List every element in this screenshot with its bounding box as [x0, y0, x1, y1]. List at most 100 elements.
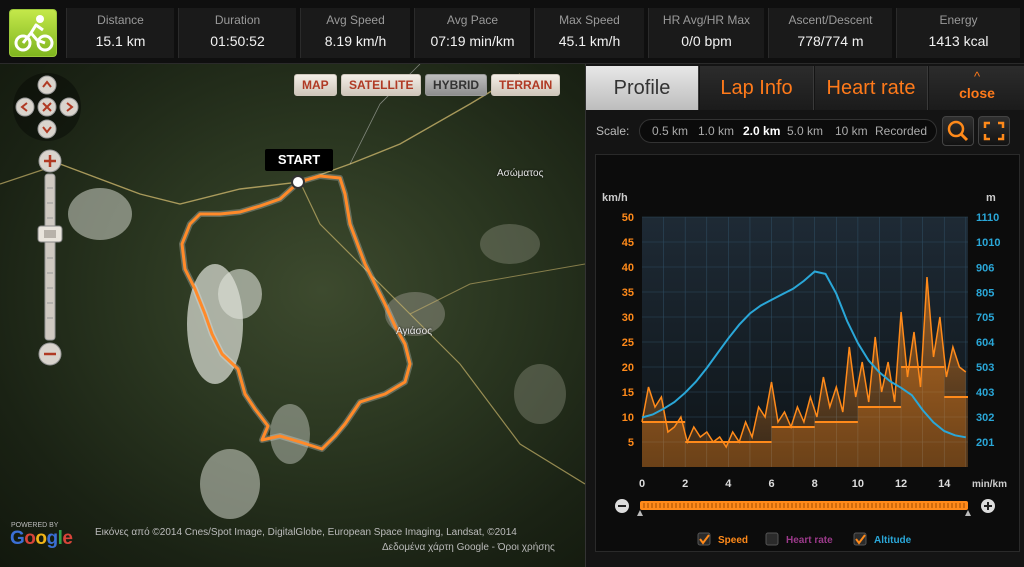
stat-energy: Energy 1413 kcal	[896, 8, 1020, 58]
stat-value: 778/774 m	[797, 33, 864, 49]
scale-selector[interactable]: 0.5 km 1.0 km 2.0 km 5.0 km 10 km Record…	[639, 119, 937, 143]
map-attribution: Εικόνες από ©2014 Cnes/Spot Image, Digit…	[95, 527, 517, 538]
right-tick-label: 201	[976, 437, 994, 449]
range-start-handle[interactable]	[637, 510, 643, 516]
right-axis-unit: m	[986, 192, 996, 204]
x-tick-label: 8	[812, 478, 818, 490]
stat-value: 15.1 km	[95, 33, 146, 49]
map-road	[299, 181, 585, 485]
x-tick-label: 6	[768, 478, 774, 490]
stats-bar: Distance 15.1 km Duration 01:50:52 Avg S…	[0, 0, 1024, 64]
scale-option-recorded[interactable]: Recorded	[875, 124, 927, 138]
map-imagery	[0, 64, 585, 519]
stat-avg-speed: Avg Speed 8.19 km/h	[300, 8, 410, 58]
x-tick-label: 10	[852, 478, 864, 490]
stat-label: Duration	[214, 13, 261, 27]
zoom-slider[interactable]	[34, 148, 66, 368]
stat-label: Avg Pace	[446, 13, 499, 27]
expand-icon	[983, 121, 1005, 141]
stat-value: 1413 kcal	[928, 33, 989, 49]
x-tick-label: 14	[938, 478, 951, 490]
cycling-icon[interactable]	[9, 9, 57, 57]
stat-ascent-descent: Ascent/Descent 778/774 m	[768, 8, 892, 58]
scale-option-0-5km[interactable]: 0.5 km	[652, 124, 688, 138]
cloud	[514, 364, 566, 424]
route-map[interactable]: MAP SATELLITE HYBRID TERRAIN START Ασώμα…	[0, 64, 585, 567]
place-label: Ασώματος	[497, 168, 544, 179]
chevron-up-icon: ^	[973, 69, 981, 84]
left-tick-label: 40	[622, 262, 634, 274]
stat-heart-rate: HR Avg/HR Max 0/0 bpm	[648, 8, 764, 58]
legend-speed-label: Speed	[718, 535, 748, 546]
map-type-terrain-button[interactable]: TERRAIN	[491, 74, 561, 96]
map-type-map-button[interactable]: MAP	[294, 74, 337, 96]
pan-up-button[interactable]	[37, 75, 57, 95]
legend-heart-rate[interactable]: Heart rate	[765, 532, 833, 546]
heart-rate-checkbox[interactable]	[765, 532, 779, 546]
close-button[interactable]: ^ close	[929, 66, 1024, 110]
legend-altitude[interactable]: Altitude	[853, 532, 912, 546]
right-tick-label: 503	[976, 362, 994, 374]
pan-left-button[interactable]	[15, 97, 35, 117]
zoom-track[interactable]	[44, 173, 56, 341]
left-tick-label: 45	[622, 237, 634, 249]
right-tick-label: 1010	[976, 237, 1000, 249]
place-label: Αγιάσος	[396, 326, 433, 337]
left-tick-label: 35	[622, 287, 634, 299]
fullscreen-button[interactable]	[978, 116, 1010, 146]
profile-chart[interactable]: 5 10 15 20 25 30 35 40 45 50 201 302 403 503 604 705 80…	[595, 154, 1020, 552]
stat-label: Avg Speed	[326, 13, 385, 27]
x-axis-unit: min/km	[972, 479, 1007, 490]
legend-heart-rate-label: Heart rate	[786, 535, 833, 546]
right-tick-label: 805	[976, 287, 994, 299]
stat-value: 07:19 min/km	[430, 33, 515, 49]
left-tick-label: 30	[622, 312, 634, 324]
analysis-panel: Profile Lap Info Heart rate ^ close Scal…	[585, 64, 1024, 567]
profile-chart-svg: 5101520253035404550 20130240350360470580…	[602, 192, 1007, 546]
start-label: START	[265, 149, 333, 171]
zoom-in-button[interactable]	[38, 149, 62, 173]
scale-option-2km[interactable]: 2.0 km	[743, 124, 780, 138]
right-tick-label: 604	[976, 337, 995, 349]
range-end-handle[interactable]	[965, 510, 971, 516]
x-tick-label: 12	[895, 478, 907, 490]
left-tick-label: 20	[622, 362, 634, 374]
pan-center-button[interactable]	[37, 97, 57, 117]
close-label: close	[959, 85, 995, 101]
stat-label: Max Speed	[559, 13, 620, 27]
cloud	[200, 449, 260, 519]
right-tick-label: 705	[976, 312, 994, 324]
pan-control[interactable]	[12, 72, 82, 142]
tab-heart-rate[interactable]: Heart rate	[815, 66, 928, 110]
left-axis-unit: km/h	[602, 192, 628, 204]
legend-speed[interactable]: Speed	[697, 532, 748, 546]
tab-lap-info[interactable]: Lap Info	[700, 66, 814, 110]
map-type-hybrid-button[interactable]: HYBRID	[425, 74, 488, 96]
pan-down-button[interactable]	[37, 119, 57, 139]
stat-value: 0/0 bpm	[681, 33, 732, 49]
cloud	[218, 269, 262, 319]
right-tick-label: 403	[976, 387, 994, 399]
start-marker[interactable]	[291, 175, 305, 189]
cloud	[480, 224, 540, 264]
right-tick-label: 906	[976, 262, 994, 274]
map-type-satellite-button[interactable]: SATELLITE	[341, 74, 422, 96]
pan-right-button[interactable]	[59, 97, 79, 117]
scale-option-10km[interactable]: 10 km	[835, 124, 868, 138]
zoom-out-button[interactable]	[38, 342, 62, 366]
stat-value: 8.19 km/h	[324, 33, 387, 49]
left-tick-label: 50	[622, 212, 634, 224]
stat-duration: Duration 01:50:52	[178, 8, 296, 58]
map-terms-link[interactable]: Δεδομένα χάρτη Google - Όροι χρήσης	[382, 542, 555, 553]
stat-label: Ascent/Descent	[788, 13, 873, 27]
scale-option-1km[interactable]: 1.0 km	[698, 124, 734, 138]
tab-profile[interactable]: Profile	[586, 66, 699, 110]
left-tick-label: 5	[628, 437, 634, 449]
left-tick-label: 15	[622, 387, 634, 399]
scale-option-5km[interactable]: 5.0 km	[787, 124, 823, 138]
x-tick-label: 4	[725, 478, 732, 490]
zoom-chart-button[interactable]	[942, 116, 974, 146]
google-logo[interactable]: Google	[10, 528, 73, 550]
magnifier-icon	[947, 120, 969, 142]
x-tick-label: 2	[682, 478, 688, 490]
